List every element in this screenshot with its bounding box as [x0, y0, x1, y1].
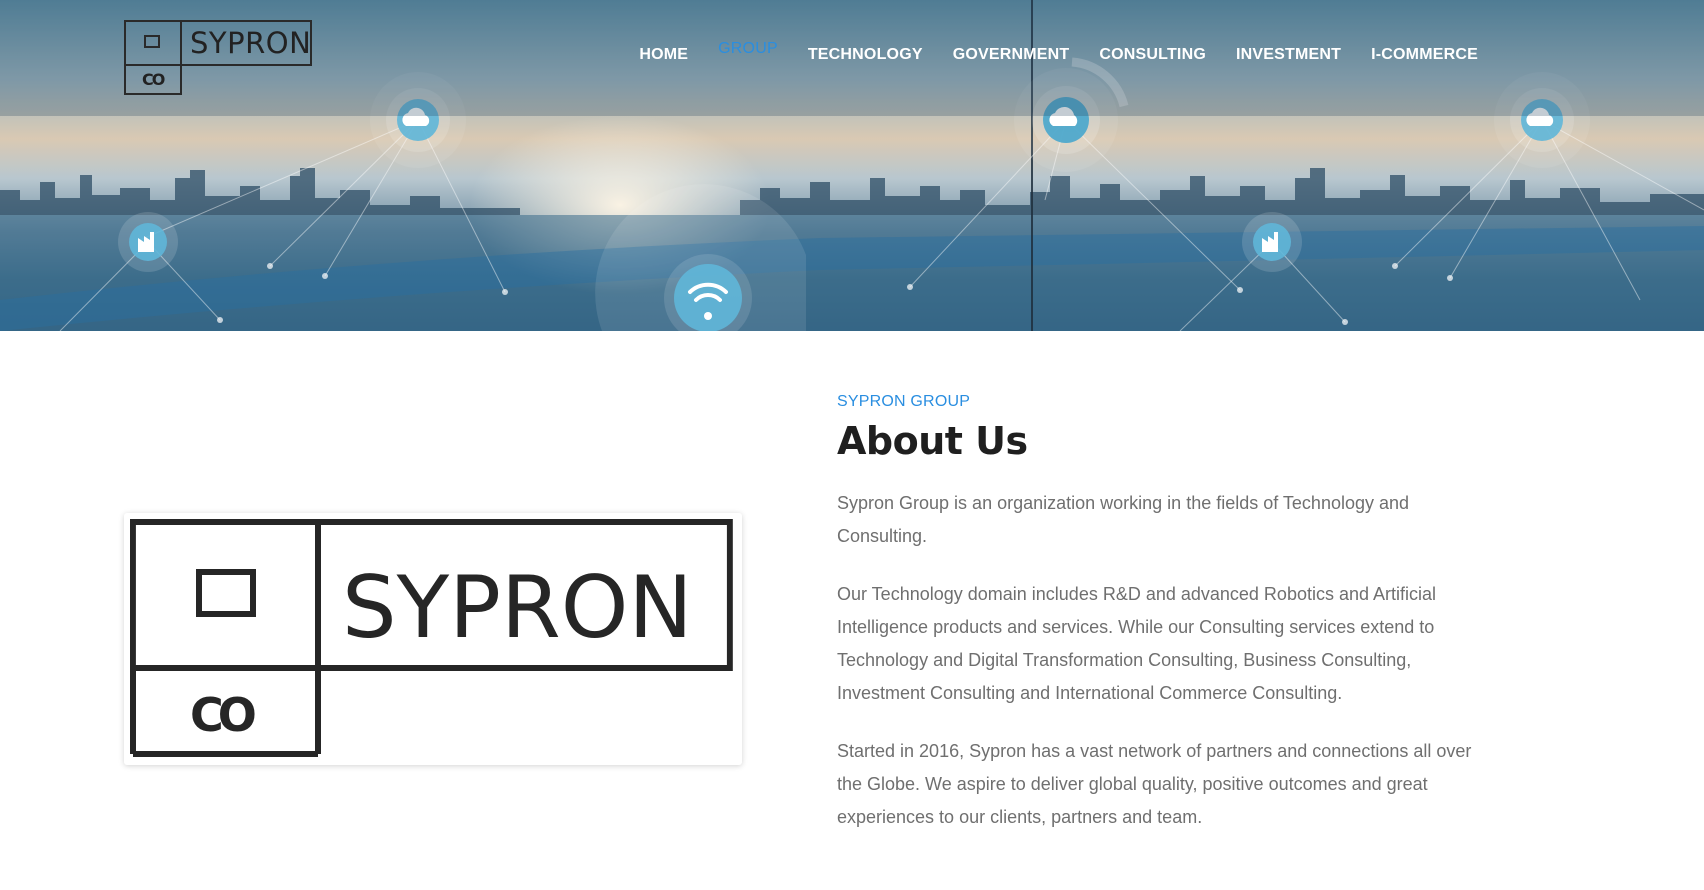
top-navbar: SYPRON CO HOME GROUP TECHNOLOGY GOVERNME… [0, 0, 1704, 116]
about-paragraph-3: Started in 2016, Sypron has a vast netwo… [837, 741, 1472, 827]
logo-wordmark: SYPRON [190, 26, 312, 60]
nav-home[interactable]: HOME [639, 46, 688, 64]
about-paragraph-2: Our Technology domain includes R&D and a… [837, 584, 1437, 703]
main-nav: HOME GROUP TECHNOLOGY GOVERNMENT CONSULT… [609, 40, 1478, 64]
about-paragraph-1: Sypron Group is an organization working … [837, 493, 1410, 546]
square-icon [144, 35, 160, 48]
nav-consulting[interactable]: CONSULTING [1099, 46, 1206, 64]
about-logo-card: SYPRON CO [124, 513, 742, 765]
about-text-column: SYPRON GROUP About Us Sypron Group is an… [837, 393, 1497, 859]
nav-group[interactable]: GROUP [718, 40, 778, 58]
section-eyebrow: SYPRON GROUP [837, 393, 971, 410]
about-section: SYPRON CO SYPRON GROUP About Us Sypron G… [0, 331, 1704, 890]
nav-government[interactable]: GOVERNMENT [953, 46, 1070, 64]
sypron-logo[interactable]: SYPRON CO [124, 20, 312, 95]
large-logo-wordmark: SYPRON [342, 558, 693, 658]
factory-icon [1242, 212, 1302, 272]
hero-banner: SYPRON CO HOME GROUP TECHNOLOGY GOVERNME… [0, 0, 1704, 331]
factory-icon [118, 212, 178, 272]
page-title: About Us [837, 419, 1028, 463]
sypron-large-logo: SYPRON CO [130, 519, 733, 757]
nav-i-commerce[interactable]: I-COMMERCE [1371, 46, 1478, 64]
logo-co-mark: CO [142, 70, 165, 89]
nav-technology[interactable]: TECHNOLOGY [808, 46, 923, 64]
large-logo-co-mark: CO [190, 688, 255, 742]
nav-investment[interactable]: INVESTMENT [1236, 46, 1341, 64]
